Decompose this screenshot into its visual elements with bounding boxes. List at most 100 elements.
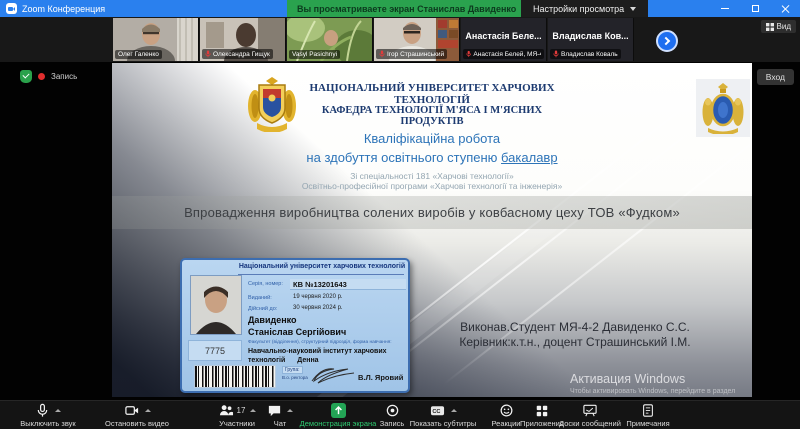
participant-name: Анастасія Белей, МЯ-4... bbox=[473, 50, 541, 58]
qualification-line1: Кваліфікаційна робота bbox=[363, 131, 501, 146]
qualification-line2-degree: бакалавр bbox=[501, 150, 558, 165]
participant-name-badge: Олександра Гищук bbox=[202, 49, 273, 59]
university-emblem-right bbox=[696, 79, 750, 137]
specialty-line1: Зі спеціальності 181 «Харчові технології… bbox=[350, 171, 514, 181]
rector-name: В.Л. Яровий bbox=[358, 373, 404, 382]
next-participants-button[interactable] bbox=[656, 30, 678, 52]
whiteboard-icon bbox=[583, 404, 597, 417]
share-screen-icon bbox=[330, 403, 346, 418]
valid-value: 30 червня 2024 р. bbox=[293, 305, 343, 311]
encryption-shield-icon bbox=[20, 70, 32, 83]
close-icon bbox=[781, 5, 789, 13]
captions-button[interactable]: CC Показать субтитры bbox=[400, 403, 486, 429]
muted-mic-icon bbox=[379, 50, 385, 58]
stop-video-label: Остановить видео bbox=[105, 419, 169, 428]
participant-tile[interactable]: Ігор Страшинський bbox=[374, 18, 460, 61]
app-title: Zoom Конференция bbox=[22, 3, 106, 14]
participant-name: Ігор Страшинський bbox=[387, 50, 445, 58]
captions-label: Показать субтитры bbox=[409, 419, 477, 428]
slide-university-name: НАЦІОНАЛЬНИЙ УНІВЕРСИТЕТ ХАРЧОВИХ ТЕХНОЛ… bbox=[309, 82, 555, 106]
window-controls bbox=[710, 0, 800, 17]
chevron-up-icon[interactable] bbox=[144, 409, 151, 412]
group-label: Група: bbox=[282, 366, 303, 374]
participant-tile[interactable]: Олег Галенко bbox=[113, 18, 199, 61]
minimize-button[interactable] bbox=[710, 0, 740, 17]
recording-dot-icon bbox=[38, 73, 45, 80]
maximize-icon bbox=[751, 5, 759, 12]
rector-signature bbox=[311, 368, 355, 384]
student-photo bbox=[190, 275, 242, 335]
participant-tile[interactable]: Анастасія Беле... Анастасія Белей, МЯ-4.… bbox=[461, 18, 547, 61]
card-number: 7775 bbox=[188, 340, 242, 361]
participant-display-name: Владислав Ков... bbox=[552, 31, 629, 41]
thesis-title: Впровадження виробництва солених виробів… bbox=[184, 205, 680, 220]
student-surname: Давиденко bbox=[248, 315, 297, 325]
chevron-up-icon[interactable] bbox=[451, 409, 457, 412]
shared-screen-stage: Запись Вход НАЦІОНАЛЬНИЙ УНІВЕРСИТЕТ ХАР… bbox=[0, 62, 800, 400]
view-settings-label: Настройки просмотра bbox=[533, 3, 625, 14]
faculty-line1: Навчально-науковий інститут харчових bbox=[248, 348, 387, 355]
recording-indicator: Запись bbox=[20, 70, 77, 83]
participant-name-badge: Олег Галенко bbox=[115, 50, 162, 59]
card-divider bbox=[238, 274, 404, 275]
muted-mic-icon bbox=[553, 50, 559, 58]
presentation-slide: НАЦІОНАЛЬНИЙ УНІВЕРСИТЕТ ХАРЧОВИХ ТЕХНОЛ… bbox=[112, 63, 752, 397]
participant-display-name: Анастасія Беле... bbox=[465, 31, 542, 41]
view-settings-menu[interactable]: Настройки просмотра bbox=[521, 0, 649, 17]
notes-label: Примечания bbox=[626, 419, 670, 428]
camera-icon bbox=[124, 406, 138, 415]
credit-line2: Керівник:к.т.н., доцент Страшинський І.М… bbox=[459, 335, 691, 349]
smiley-icon bbox=[500, 404, 512, 417]
svg-text:CC: CC bbox=[432, 409, 440, 415]
minimize-icon bbox=[721, 7, 729, 10]
grid-view-icon bbox=[765, 22, 774, 31]
notes-button[interactable]: Примечания bbox=[614, 403, 682, 429]
participant-tile[interactable]: Владислав Ков... Владислав Коваль bbox=[548, 18, 634, 61]
participant-name-badge: Анастасія Белей, МЯ-4... bbox=[463, 49, 544, 59]
chat-icon bbox=[268, 405, 281, 417]
microphone-icon bbox=[37, 403, 48, 417]
thesis-title-band: Впровадження виробництва солених виробів… bbox=[112, 196, 752, 229]
chevron-up-icon[interactable] bbox=[55, 409, 61, 412]
serial-value: КВ №13201643 bbox=[293, 280, 347, 289]
serial-label: Серія, номер: bbox=[248, 281, 283, 287]
zoom-app-icon bbox=[6, 3, 17, 14]
specialty-line2: Освітньо-професійної програми «Харчові т… bbox=[301, 181, 563, 191]
mute-button[interactable]: Выключить звук bbox=[6, 403, 90, 429]
record-icon bbox=[386, 404, 398, 417]
faculty-caption: Факультет (відділення), структурний підр… bbox=[248, 340, 392, 345]
participants-count: 17 bbox=[236, 406, 246, 415]
thesis-credits: Виконав.Студент МЯ-4-2 Давиденко С.С. Ке… bbox=[447, 320, 703, 350]
participant-tile[interactable]: Vasyl Pasichnyi bbox=[287, 18, 373, 61]
recording-label: Запись bbox=[51, 72, 78, 81]
close-button[interactable] bbox=[770, 0, 800, 17]
windows-activation-watermark: Активация Windows Чтобы активировать Win… bbox=[570, 372, 750, 397]
university-emblem-left bbox=[248, 77, 296, 132]
title-bar: Zoom Конференция Вы просматриваете экран… bbox=[0, 0, 800, 17]
participant-name-badge: Владислав Коваль bbox=[550, 49, 621, 59]
participant-name-badge: Ігор Страшинський bbox=[376, 49, 448, 59]
student-id-card: Національний університет харчових технол… bbox=[180, 258, 410, 393]
muted-mic-icon bbox=[205, 50, 211, 58]
participant-name: Vasyl Pasichnyi bbox=[292, 51, 338, 58]
issued-label: Виданий: bbox=[248, 295, 272, 301]
maximize-button[interactable] bbox=[740, 0, 770, 17]
signin-button[interactable]: Вход bbox=[756, 69, 794, 85]
meeting-toolbar: Выключить звук Остановить видео 17 Участ… bbox=[0, 400, 800, 429]
chevron-up-icon[interactable] bbox=[250, 409, 257, 412]
participant-name: Владислав Коваль bbox=[561, 50, 618, 58]
card-barcode bbox=[194, 365, 276, 388]
stop-video-button[interactable]: Остановить видео bbox=[92, 403, 182, 429]
valid-label: Дійсний до: bbox=[248, 306, 278, 312]
participants-icon bbox=[219, 405, 233, 416]
chevron-right-icon bbox=[661, 36, 671, 46]
view-button[interactable]: Вид bbox=[760, 20, 796, 33]
zoom-window: Zoom Конференция Вы просматриваете экран… bbox=[0, 0, 800, 429]
mute-label: Выключить звук bbox=[20, 419, 76, 428]
participant-name: Олег Галенко bbox=[118, 51, 159, 58]
view-button-label: Вид bbox=[776, 22, 791, 31]
muted-mic-icon bbox=[466, 50, 472, 57]
participant-name: Олександра Гищук bbox=[213, 50, 270, 58]
participant-tile[interactable]: Олександра Гищук bbox=[200, 18, 286, 61]
credit-line1: Виконав.Студент МЯ-4-2 Давиденко С.С. bbox=[460, 320, 690, 334]
